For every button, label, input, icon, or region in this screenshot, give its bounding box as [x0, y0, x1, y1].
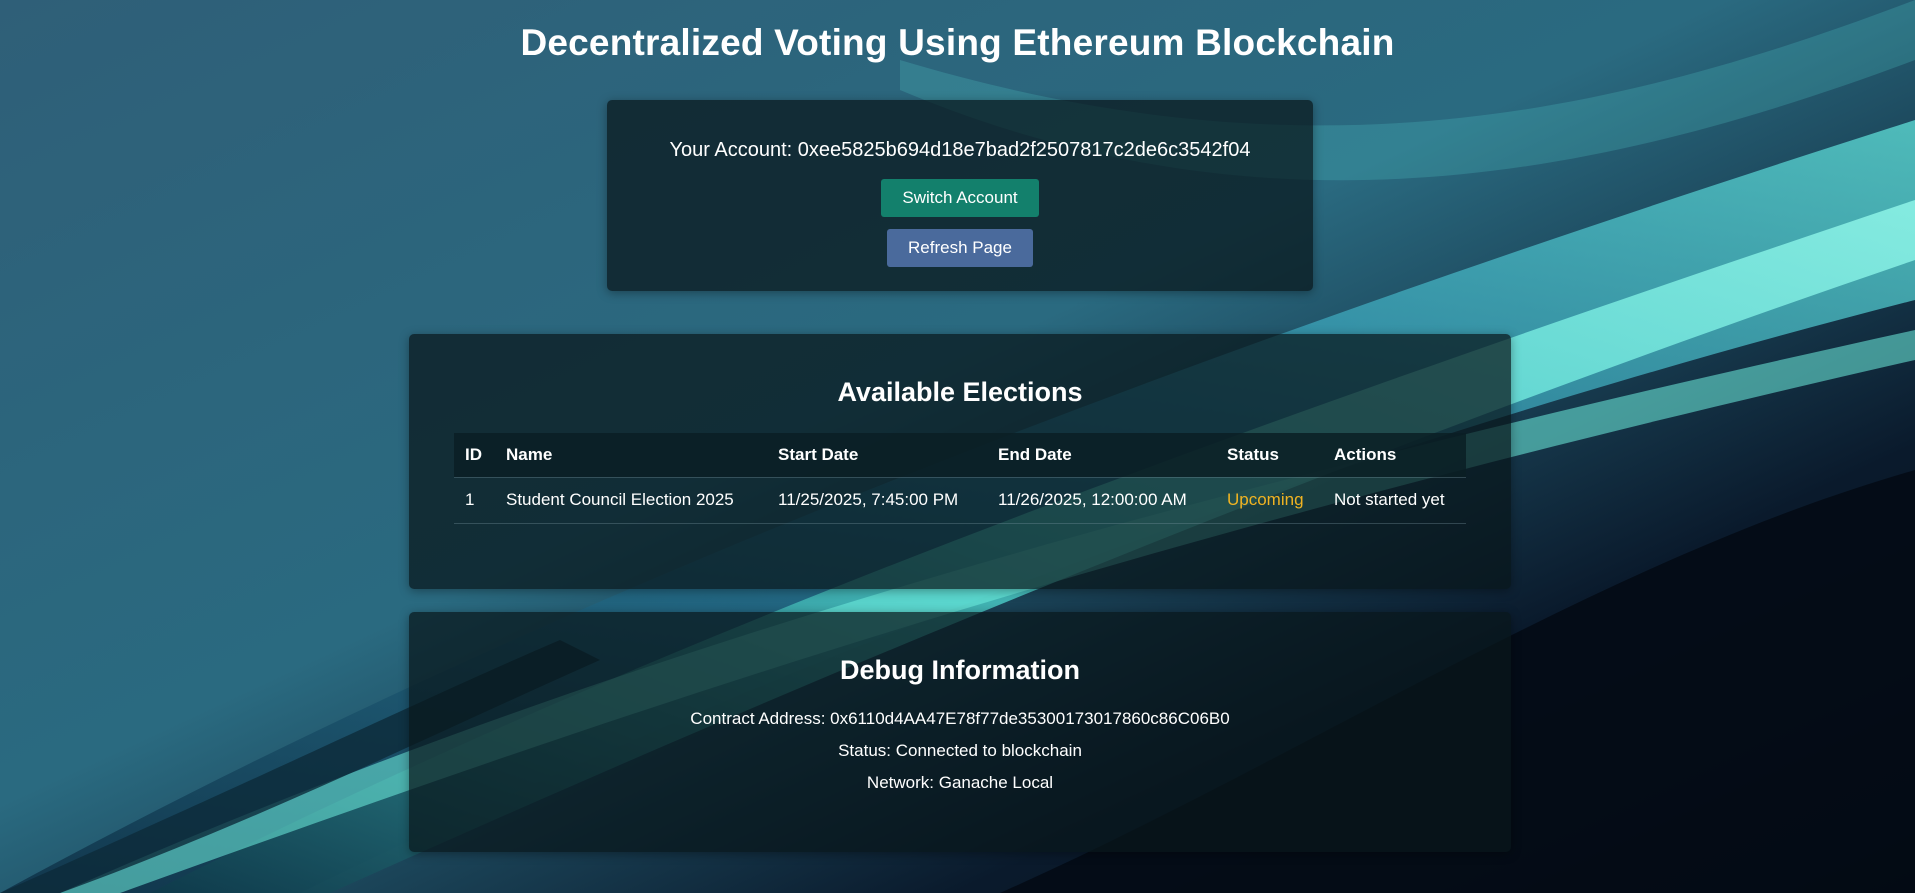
account-panel: Your Account: 0xee5825b694d18e7bad2f2507… — [607, 100, 1313, 291]
column-header-end-date: End Date — [987, 433, 1216, 478]
column-header-id: ID — [454, 433, 495, 478]
election-action: Not started yet — [1323, 477, 1466, 524]
table-row: 1 Student Council Election 2025 11/25/20… — [454, 477, 1466, 524]
column-header-actions: Actions — [1323, 433, 1466, 478]
elections-panel: Available Elections ID Name Start Date E… — [409, 334, 1511, 589]
debug-info: Contract Address: 0x6110d4AA47E78f77de35… — [409, 709, 1511, 805]
election-start-date: 11/25/2025, 7:45:00 PM — [767, 477, 987, 524]
network-name: Network: Ganache Local — [866, 773, 1054, 792]
election-id: 1 — [454, 477, 495, 524]
connection-status: Status: Connected to blockchain — [838, 741, 1082, 760]
election-name: Student Council Election 2025 — [495, 477, 767, 524]
debug-panel: Debug Information Contract Address: 0x61… — [409, 612, 1511, 852]
table-header-row: ID Name Start Date End Date Status Actio… — [454, 433, 1466, 478]
account-label: Your Account: — [669, 139, 793, 161]
column-header-status: Status — [1216, 433, 1323, 478]
elections-title: Available Elections — [837, 377, 1083, 407]
column-header-name: Name — [495, 433, 767, 478]
column-header-start-date: Start Date — [767, 433, 987, 478]
page-title: Decentralized Voting Using Ethereum Bloc… — [520, 22, 1395, 63]
contract-address: Contract Address: 0x6110d4AA47E78f77de35… — [690, 709, 1230, 728]
election-end-date: 11/26/2025, 12:00:00 AM — [987, 477, 1216, 524]
debug-title: Debug Information — [840, 655, 1080, 685]
elections-table: ID Name Start Date End Date Status Actio… — [454, 433, 1466, 524]
refresh-page-button[interactable]: Refresh Page — [887, 229, 1033, 267]
account-info: Your Account: 0xee5825b694d18e7bad2f2507… — [607, 139, 1313, 162]
election-status: Upcoming — [1216, 477, 1323, 524]
switch-account-button[interactable]: Switch Account — [881, 179, 1039, 217]
account-address: 0xee5825b694d18e7bad2f2507817c2de6c3542f… — [797, 139, 1251, 161]
